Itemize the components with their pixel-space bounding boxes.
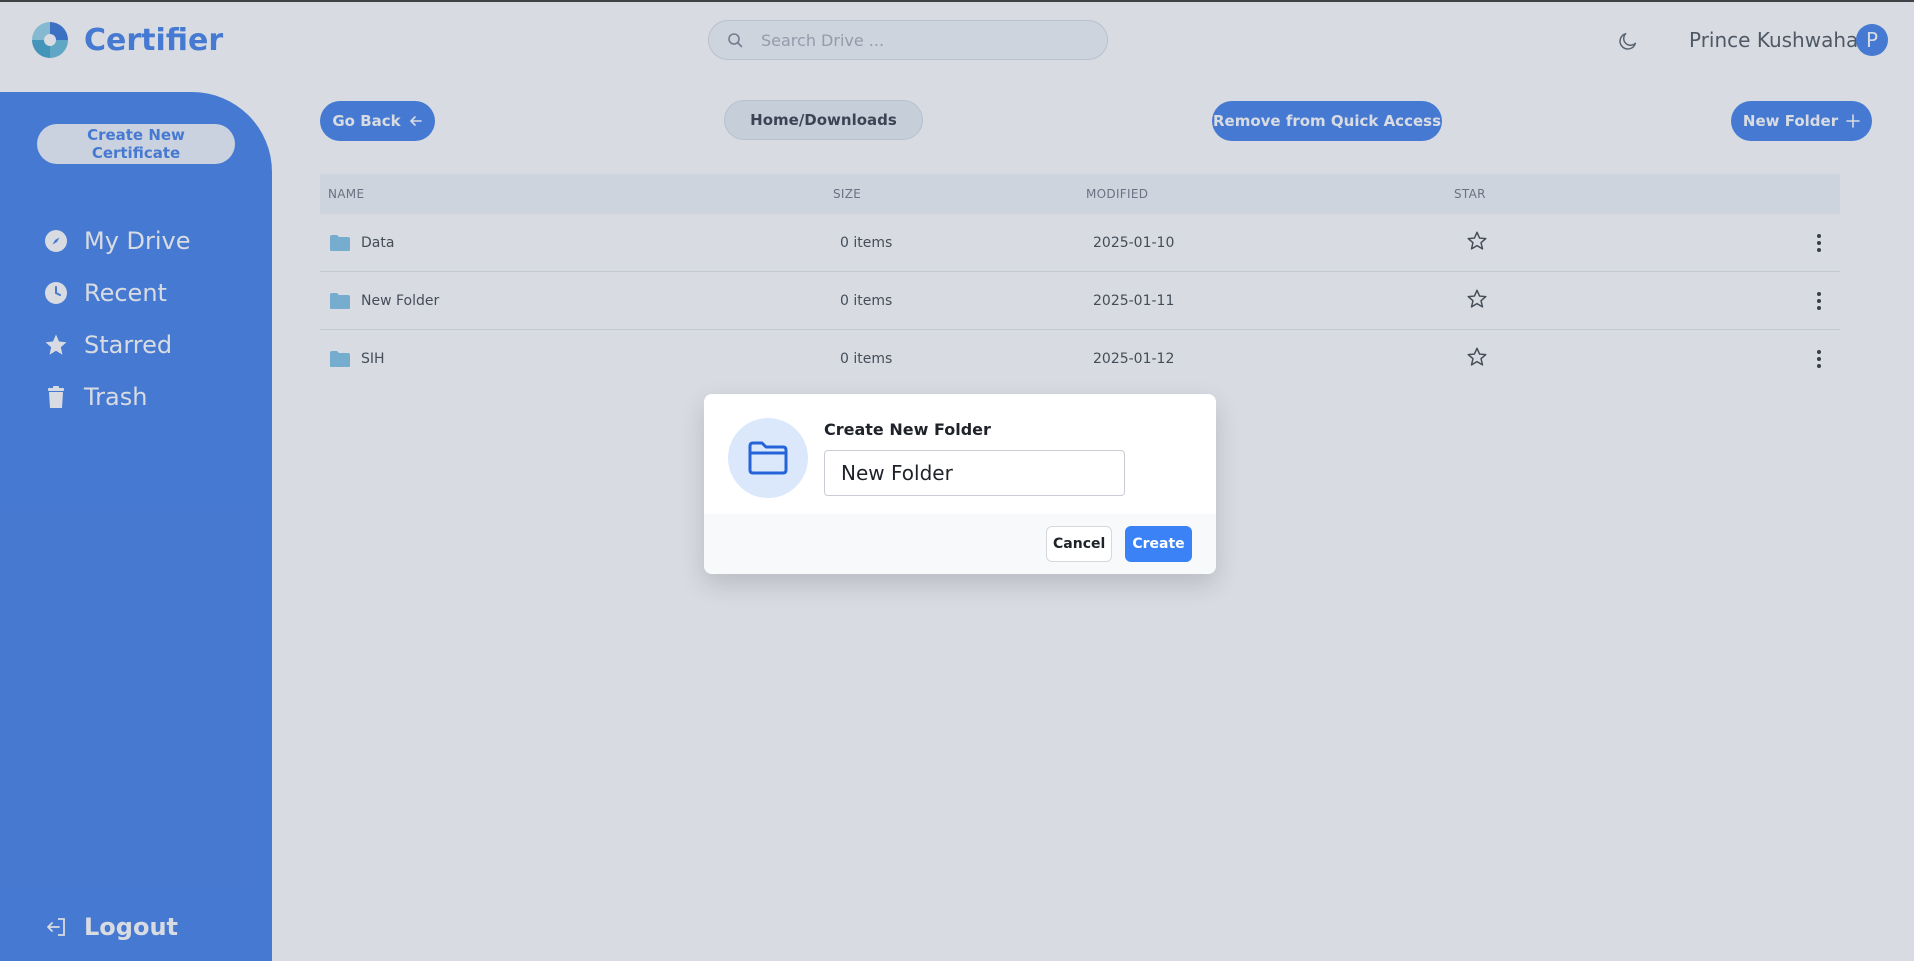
dialog-title: Create New Folder xyxy=(824,420,991,439)
folder-outline-icon xyxy=(748,441,788,475)
dialog-body: Create New Folder xyxy=(704,394,1216,514)
dialog-icon-badge xyxy=(728,418,808,498)
window-top-border xyxy=(0,0,1914,2)
folder-name-input[interactable] xyxy=(824,450,1125,496)
dialog-footer: Cancel Create xyxy=(704,514,1216,574)
cancel-button[interactable]: Cancel xyxy=(1046,526,1112,562)
create-folder-dialog: Create New Folder Cancel Create xyxy=(704,394,1216,574)
create-button[interactable]: Create xyxy=(1125,526,1192,562)
